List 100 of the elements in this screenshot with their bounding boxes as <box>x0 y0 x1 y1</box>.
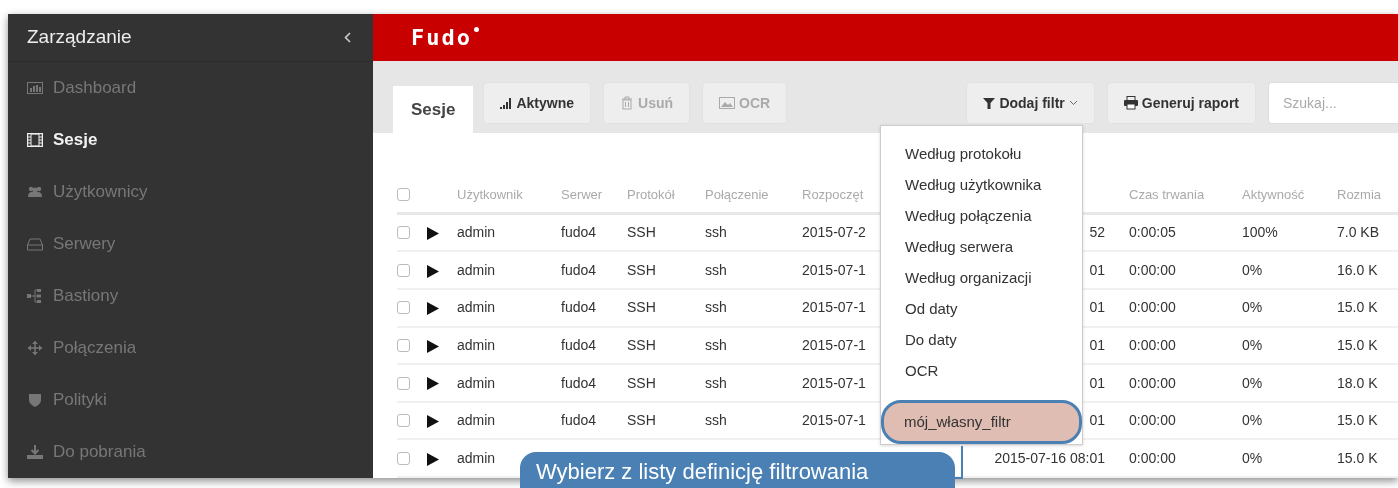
column-header: Rozmia <box>1337 186 1382 202</box>
table-cell: 01 <box>1089 412 1105 429</box>
column-header: Protokół <box>627 186 675 202</box>
trash-icon <box>620 96 634 111</box>
dropdown-item[interactable]: Według organizacji <box>881 262 1082 293</box>
play-icon <box>427 302 439 316</box>
table-cell: 100% <box>1242 224 1278 241</box>
table-cell: 15.0 K <box>1337 412 1378 429</box>
hard-drive-icon <box>27 237 43 251</box>
table-cell: 7.0 KB <box>1337 224 1380 241</box>
table-cell: SSH <box>627 224 656 241</box>
table-cell: SSH <box>627 374 656 391</box>
column-header: Czas trwania <box>1129 186 1205 202</box>
table-cell: 0% <box>1242 261 1263 278</box>
select-all-checkbox[interactable] <box>397 187 410 201</box>
sitemap-icon <box>27 289 43 303</box>
table-cell: SSH <box>627 412 656 429</box>
sidebar-item[interactable]: Sesje <box>8 114 373 166</box>
dropdown-item[interactable]: Według połączenia <box>881 200 1082 231</box>
table-cell: admin <box>457 261 496 278</box>
table-cell: 0% <box>1242 412 1263 429</box>
dropdown-item[interactable]: mój_własny_filtr <box>881 400 1082 444</box>
table-cell: 0:00:00 <box>1129 449 1176 466</box>
column-header: Rozpoczęt <box>802 186 864 202</box>
table-cell: ssh <box>705 299 727 316</box>
play-icon <box>427 264 439 278</box>
table-cell: ssh <box>705 261 727 278</box>
table-cell: 2015-07-1 <box>802 261 866 278</box>
users-icon <box>27 185 43 199</box>
column-header: Serwer <box>561 186 603 202</box>
column-header: Aktywność <box>1242 186 1305 202</box>
dropdown-item[interactable]: Według protokołu <box>881 138 1082 169</box>
printer-icon <box>1123 96 1138 111</box>
chevron-left-icon[interactable] <box>344 32 351 43</box>
dropdown-item[interactable]: Od daty <box>881 293 1082 324</box>
table-cell: SSH <box>627 336 656 353</box>
table-cell: fudo4 <box>561 374 597 391</box>
table-cell: ssh <box>705 336 727 353</box>
dropdown-item[interactable]: OCR <box>881 355 1082 386</box>
search-field[interactable]: Szukaj... <box>1268 82 1398 125</box>
row-checkbox[interactable] <box>397 301 410 315</box>
dropdown-item[interactable]: Do daty <box>881 324 1082 355</box>
table-cell: SSH <box>627 299 656 316</box>
table-cell: 0% <box>1242 336 1263 353</box>
play-icon <box>427 414 439 428</box>
logo: Fudo <box>411 26 479 49</box>
row-checkbox[interactable] <box>397 414 410 428</box>
table-cell: ssh <box>705 374 727 391</box>
table-cell: 2015-07-1 <box>802 299 866 316</box>
row-checkbox[interactable] <box>397 376 410 390</box>
table-cell: 0:00:00 <box>1129 374 1176 391</box>
table-cell: 0% <box>1242 299 1263 316</box>
image-icon <box>719 96 735 111</box>
table-cell: 15.0 K <box>1337 336 1378 353</box>
play-icon <box>427 452 439 466</box>
row-checkbox[interactable] <box>397 226 410 240</box>
table-cell: ssh <box>705 412 727 429</box>
table-cell: admin <box>457 412 496 429</box>
download-icon <box>27 445 43 459</box>
table-cell: 0:00:00 <box>1129 412 1176 429</box>
table-cell: 16.0 K <box>1337 261 1378 278</box>
filter-button[interactable]: Dodaj filtr <box>966 82 1095 125</box>
table-cell: 2015-07-1 <box>802 336 866 353</box>
table-cell: fudo4 <box>561 224 597 241</box>
row-checkbox[interactable] <box>397 263 410 277</box>
row-checkbox[interactable] <box>397 451 410 465</box>
column-header: Użytkownik <box>457 186 523 202</box>
table-cell: 0% <box>1242 449 1263 466</box>
table-cell: 18.0 K <box>1337 374 1378 391</box>
table-cell: admin <box>457 336 496 353</box>
table-cell: 15.0 K <box>1337 299 1378 316</box>
table-cell: 2015-07-1 <box>802 374 866 391</box>
shield-icon <box>27 393 43 407</box>
table-cell: admin <box>457 449 496 466</box>
table-cell: 2015-07-16 08:01 <box>994 449 1105 466</box>
table-cell: 01 <box>1089 374 1105 391</box>
table-cell: admin <box>457 224 496 241</box>
table-cell: 01 <box>1089 261 1105 278</box>
table-cell: 01 <box>1089 299 1105 316</box>
sidebar-title: Zarządzanie <box>27 25 132 50</box>
arrows-icon <box>27 341 43 355</box>
leader-line <box>955 444 965 480</box>
row-checkbox[interactable] <box>397 338 410 352</box>
report-button[interactable]: Generuj raport <box>1106 82 1256 125</box>
tab[interactable]: Sesje <box>393 85 474 133</box>
table-cell: 15.0 K <box>1337 449 1378 466</box>
table-cell: 0:00:00 <box>1129 261 1176 278</box>
dropdown-item[interactable]: Według użytkownika <box>881 169 1082 200</box>
table-cell: admin <box>457 374 496 391</box>
table-cell: ssh <box>705 224 727 241</box>
dropdown-item[interactable]: Według serwera <box>881 231 1082 262</box>
table-cell: 0% <box>1242 374 1263 391</box>
table-cell: 01 <box>1089 336 1105 353</box>
table-cell: SSH <box>627 261 656 278</box>
toolbar-button[interactable]: Aktywne <box>483 82 591 125</box>
column-header: Połączenie <box>705 186 769 202</box>
table-cell: 2015-07-2 <box>802 224 866 241</box>
table-cell: 0:00:00 <box>1129 299 1176 316</box>
table-cell: 52 <box>1089 224 1105 241</box>
table-cell: fudo4 <box>561 299 597 316</box>
